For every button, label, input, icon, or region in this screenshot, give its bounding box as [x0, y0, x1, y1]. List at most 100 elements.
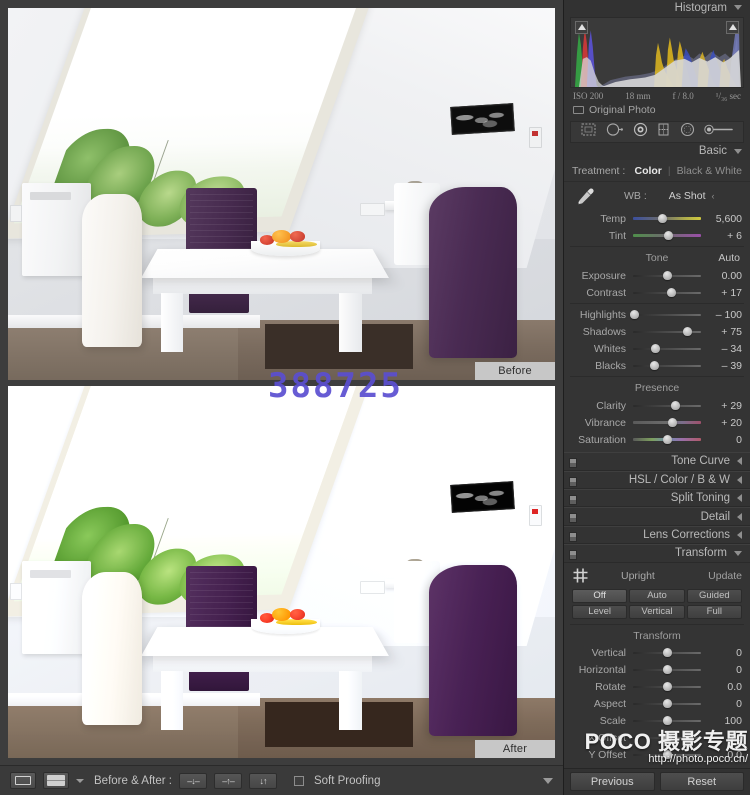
- original-photo-row[interactable]: Original Photo: [564, 101, 750, 120]
- section-detail[interactable]: Detail: [564, 507, 750, 526]
- clarity-slider-knob[interactable]: [670, 400, 680, 410]
- white-balance-eyedropper-icon[interactable]: [574, 186, 596, 213]
- upright-grid-icon[interactable]: [572, 567, 589, 584]
- scale-value[interactable]: 100: [708, 715, 742, 727]
- soft-proofing-checkbox[interactable]: [293, 775, 304, 786]
- upright-full-button[interactable]: Full: [686, 604, 742, 619]
- rotate-slider-track[interactable]: [633, 680, 701, 694]
- clarity-slider-track[interactable]: [633, 399, 701, 413]
- x-offset-value[interactable]: 0.0: [708, 732, 742, 744]
- histogram-graph[interactable]: [570, 16, 744, 88]
- vibrance-value[interactable]: + 20: [708, 417, 742, 429]
- shadows-slider-knob[interactable]: [682, 326, 692, 336]
- treatment-option-color[interactable]: Color: [634, 165, 661, 177]
- tone-curve-switch-icon[interactable]: [569, 458, 577, 469]
- whites-value[interactable]: – 34: [708, 343, 742, 355]
- swap-before-after-button[interactable]: ↓↑: [248, 772, 277, 789]
- slider-row-blacks[interactable]: Blacks – 39: [564, 357, 750, 374]
- slider-row-y-offset[interactable]: Y Offset 0.0: [564, 747, 750, 764]
- blacks-slider-track[interactable]: [633, 359, 701, 373]
- transform-switch-icon[interactable]: [569, 550, 577, 561]
- exposure-slider-knob[interactable]: [662, 270, 672, 280]
- slider-row-clarity[interactable]: Clarity + 29: [564, 397, 750, 414]
- contrast-slider-knob[interactable]: [667, 287, 677, 297]
- slider-row-vertical[interactable]: Vertical 0: [564, 645, 750, 662]
- brush-slider-icon[interactable]: [704, 122, 734, 142]
- blacks-value[interactable]: – 39: [708, 360, 742, 372]
- chevron-down-icon[interactable]: [734, 148, 742, 154]
- blacks-slider-knob[interactable]: [649, 360, 659, 370]
- shadows-slider-track[interactable]: [633, 325, 701, 339]
- upright-update-button[interactable]: Update: [708, 570, 742, 582]
- tint-slider-knob[interactable]: [663, 230, 673, 240]
- rotate-slider-knob[interactable]: [662, 682, 672, 692]
- horizontal-slider-track[interactable]: [633, 663, 701, 677]
- horizontal-value[interactable]: 0: [708, 664, 742, 676]
- highlight-clipping-triangle[interactable]: [726, 20, 739, 34]
- chevron-left-icon[interactable]: [737, 457, 742, 466]
- slider-row-x-offset[interactable]: X Offset 0.0: [564, 730, 750, 747]
- slider-row-tint[interactable]: Tint + 6: [564, 227, 750, 244]
- tint-slider-track[interactable]: [633, 229, 701, 243]
- lens-corrections-switch-icon[interactable]: [569, 531, 577, 542]
- copy-after-settings-button[interactable]: –↑–: [213, 772, 242, 789]
- vertical-slider-track[interactable]: [633, 646, 701, 660]
- before-photo-pane[interactable]: Before: [8, 8, 555, 380]
- highlights-slider-track[interactable]: [629, 308, 701, 322]
- auto-tone-button[interactable]: Auto: [718, 252, 740, 264]
- highlights-value[interactable]: – 100: [708, 309, 742, 321]
- chevron-down-icon[interactable]: [734, 5, 742, 11]
- before-after-split-icon[interactable]: [43, 772, 69, 789]
- y-offset-slider-track[interactable]: [633, 748, 701, 762]
- scale-slider-knob[interactable]: [662, 716, 672, 726]
- contrast-value[interactable]: + 17: [708, 287, 742, 299]
- whites-slider-track[interactable]: [633, 342, 701, 356]
- saturation-slider-track[interactable]: [633, 433, 701, 447]
- x-offset-slider-track[interactable]: [633, 731, 701, 745]
- slider-row-shadows[interactable]: Shadows + 75: [564, 323, 750, 340]
- graduated-filter-icon[interactable]: [656, 122, 671, 142]
- slider-row-vibrance[interactable]: Vibrance + 20: [564, 414, 750, 431]
- rotate-value[interactable]: 0.0: [708, 681, 742, 693]
- temp-value[interactable]: 5,600: [708, 213, 742, 225]
- chevron-left-icon[interactable]: [737, 512, 742, 521]
- section-hsl-color-bw[interactable]: HSL / Color / B & W: [564, 470, 750, 489]
- reset-button[interactable]: Reset: [659, 772, 744, 792]
- slider-row-scale[interactable]: Scale 100: [564, 713, 750, 730]
- exposure-value[interactable]: 0.00: [708, 270, 742, 282]
- tint-value[interactable]: + 6: [708, 230, 742, 242]
- slider-row-saturation[interactable]: Saturation 0: [564, 431, 750, 448]
- slider-row-aspect[interactable]: Aspect 0: [564, 696, 750, 713]
- slider-row-whites[interactable]: Whites – 34: [564, 340, 750, 357]
- whites-slider-knob[interactable]: [650, 343, 660, 353]
- toolbar-collapse-chevron-down-icon[interactable]: [543, 777, 553, 784]
- section-transform[interactable]: Transform: [564, 544, 750, 563]
- upright-guided-button[interactable]: Guided: [686, 588, 742, 603]
- upright-auto-button[interactable]: Auto: [629, 588, 685, 603]
- shadow-clipping-triangle[interactable]: [575, 20, 588, 34]
- slider-row-highlights[interactable]: Highlights – 100: [564, 306, 750, 323]
- contrast-slider-track[interactable]: [633, 286, 701, 300]
- red-eye-icon[interactable]: [632, 122, 649, 142]
- exposure-slider-track[interactable]: [633, 269, 701, 283]
- single-view-icon[interactable]: [10, 772, 36, 789]
- upright-off-button[interactable]: Off: [572, 588, 628, 603]
- vibrance-slider-track[interactable]: [633, 416, 701, 430]
- section-lens-corrections[interactable]: Lens Corrections: [564, 525, 750, 545]
- section-tone-curve[interactable]: Tone Curve: [564, 452, 750, 471]
- chevron-left-icon[interactable]: [737, 475, 742, 484]
- temp-slider-track[interactable]: [633, 212, 701, 226]
- split-toning-switch-icon[interactable]: [569, 494, 577, 505]
- vertical-slider-knob[interactable]: [662, 648, 672, 658]
- radial-filter-icon[interactable]: [679, 122, 696, 142]
- slider-row-rotate[interactable]: Rotate 0.0: [564, 679, 750, 696]
- previous-button[interactable]: Previous: [570, 772, 655, 792]
- chevron-left-icon[interactable]: [737, 530, 742, 539]
- x-offset-slider-knob[interactable]: [662, 733, 672, 743]
- treatment-option-black-and-white[interactable]: Black & White: [677, 165, 742, 177]
- spot-removal-icon[interactable]: [605, 122, 624, 142]
- slider-row-exposure[interactable]: Exposure 0.00: [564, 267, 750, 284]
- aspect-slider-knob[interactable]: [662, 699, 672, 709]
- section-split-toning[interactable]: Split Toning: [564, 488, 750, 508]
- slider-row-contrast[interactable]: Contrast + 17: [564, 284, 750, 301]
